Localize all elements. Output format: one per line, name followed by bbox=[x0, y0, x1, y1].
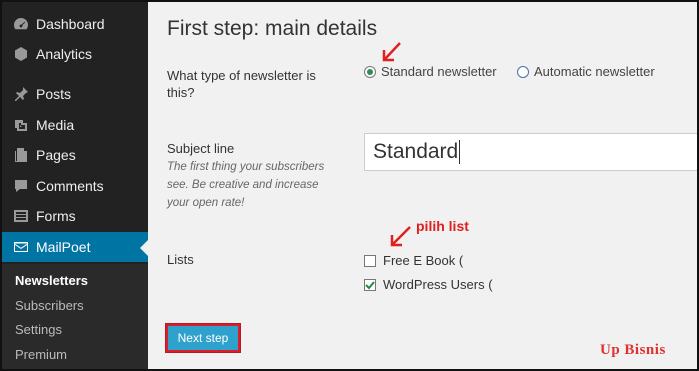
submenu-subscribers[interactable]: Subscribers bbox=[15, 298, 84, 313]
red-arrow-annotation-icon bbox=[382, 42, 401, 62]
newsletter-type-label: What type of newsletter is this? bbox=[167, 67, 316, 101]
description-line: your open rate! bbox=[167, 197, 245, 209]
newsletter-type-label-line: this? bbox=[167, 85, 195, 100]
forms-icon bbox=[11, 206, 31, 226]
sidebar-item-label: Pages bbox=[36, 147, 76, 163]
radio-automatic-newsletter[interactable]: Automatic newsletter bbox=[517, 64, 655, 79]
analytics-icon bbox=[11, 44, 31, 64]
radio-label: Standard newsletter bbox=[381, 64, 497, 79]
description-line: The first thing your subscribers bbox=[167, 161, 325, 173]
submenu-newsletters[interactable]: Newsletters bbox=[15, 273, 88, 288]
sidebar-item-label: Posts bbox=[36, 86, 72, 102]
pin-icon bbox=[11, 84, 31, 104]
radio-button-selected[interactable] bbox=[364, 65, 376, 78]
submenu-premium[interactable]: Premium bbox=[15, 347, 67, 362]
newsletter-type-label-line: What type of newsletter is bbox=[167, 68, 316, 83]
watermark-logo: Up Bisnis bbox=[600, 342, 666, 358]
sidebar-item-label: Forms bbox=[36, 208, 76, 224]
lists-label: Lists bbox=[167, 252, 194, 267]
red-arrow-annotation-icon bbox=[390, 226, 411, 247]
mailpoet-submenu: Newsletters Subscribers Settings Premium bbox=[2, 264, 148, 369]
subject-line-description: The first thing your subscribers see. Be… bbox=[167, 158, 342, 212]
media-icon bbox=[11, 115, 31, 135]
dashboard-icon bbox=[11, 14, 31, 34]
subject-line-input[interactable]: Standard bbox=[364, 133, 697, 171]
sidebar-item-comments[interactable]: Comments bbox=[2, 171, 148, 201]
checkbox-checked[interactable] bbox=[364, 278, 376, 291]
sidebar-item-label: Analytics bbox=[36, 46, 93, 62]
radio-label: Automatic newsletter bbox=[534, 64, 655, 79]
sidebar-item-posts[interactable]: Posts bbox=[2, 79, 148, 109]
subject-line-value: Standard bbox=[373, 140, 459, 163]
pilih-list-annotation: pilih list bbox=[416, 218, 469, 234]
sidebar-item-analytics[interactable]: Analytics bbox=[2, 39, 148, 69]
list-checkbox-wordpress-users[interactable]: WordPress Users ( bbox=[364, 277, 493, 292]
admin-sidebar: Dashboard Analytics Posts Media Pages Co… bbox=[2, 2, 148, 369]
radio-button[interactable] bbox=[517, 65, 529, 78]
screenshot-frame: Dashboard Analytics Posts Media Pages Co… bbox=[0, 0, 699, 371]
submenu-settings[interactable]: Settings bbox=[15, 322, 62, 337]
checkbox-label: WordPress Users ( bbox=[383, 277, 493, 292]
checkbox-unchecked[interactable] bbox=[364, 254, 376, 267]
main-content: First step: main details What type of ne… bbox=[148, 2, 697, 369]
list-checkbox-free-ebook[interactable]: Free E Book ( bbox=[364, 253, 463, 268]
page-title: First step: main details bbox=[167, 17, 378, 40]
sidebar-item-mailpoet[interactable]: MailPoet bbox=[2, 232, 148, 262]
checkbox-label: Free E Book ( bbox=[383, 253, 464, 268]
sidebar-item-forms[interactable]: Forms bbox=[2, 201, 148, 231]
sidebar-item-media[interactable]: Media bbox=[2, 110, 148, 140]
sidebar-item-label: MailPoet bbox=[36, 239, 91, 255]
sidebar-item-label: Dashboard bbox=[36, 16, 105, 32]
envelope-icon bbox=[11, 237, 31, 257]
pages-icon bbox=[11, 145, 31, 165]
text-caret bbox=[459, 140, 461, 164]
comment-icon bbox=[11, 176, 31, 196]
description-line: see. Be creative and increase bbox=[167, 179, 319, 191]
subject-line-label: Subject line bbox=[167, 141, 235, 156]
sidebar-item-pages[interactable]: Pages bbox=[2, 140, 148, 170]
sidebar-item-label: Media bbox=[36, 117, 75, 133]
radio-standard-newsletter[interactable]: Standard newsletter bbox=[364, 64, 497, 79]
sidebar-item-dashboard[interactable]: Dashboard bbox=[2, 9, 148, 39]
next-step-button[interactable]: Next step bbox=[166, 324, 240, 352]
sidebar-item-label: Comments bbox=[36, 178, 104, 194]
